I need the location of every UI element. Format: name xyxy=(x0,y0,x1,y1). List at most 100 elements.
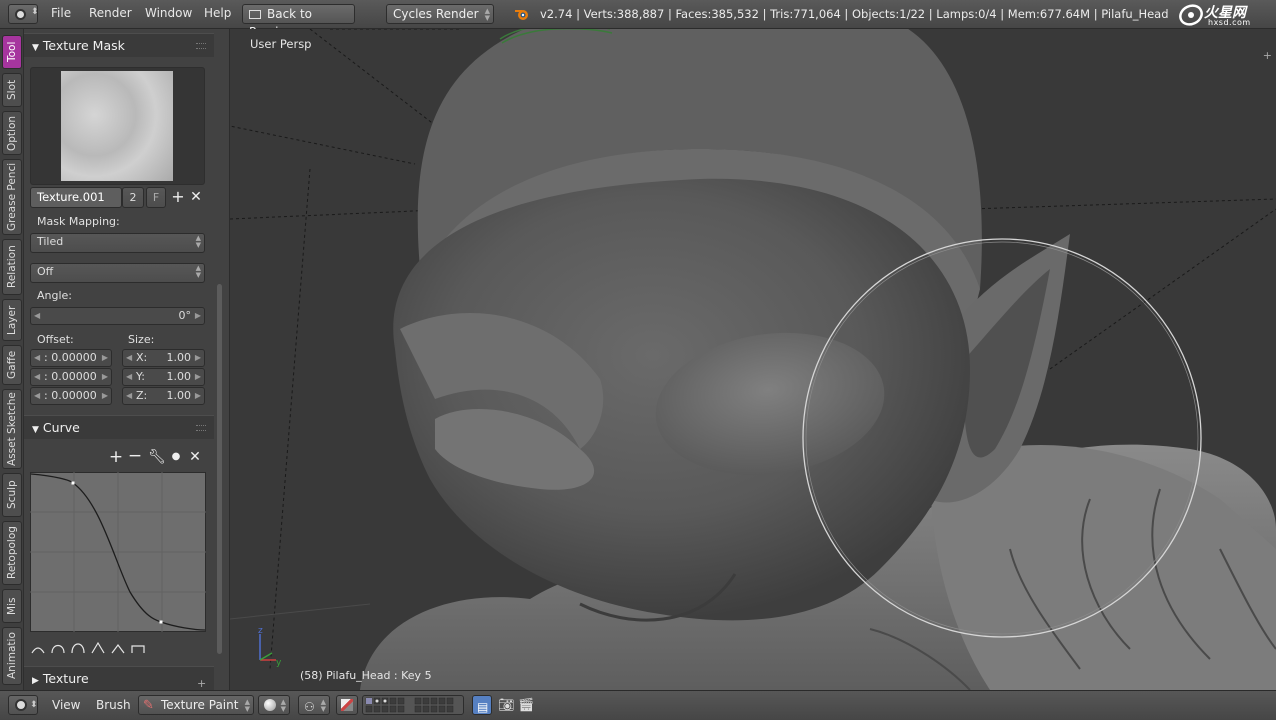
tab-gaffer[interactable]: Gaffe xyxy=(2,345,22,385)
menu-brush[interactable]: Brush xyxy=(96,698,131,712)
menu-view[interactable]: View xyxy=(52,698,80,712)
properties-toggle-icon[interactable]: + xyxy=(1263,49,1272,62)
tool-shelf-tabs: Tool Slot Option Grease Penci Relation L… xyxy=(0,29,24,690)
texture-preview-frame[interactable] xyxy=(30,67,205,185)
mask-mapping-dropdown[interactable]: Tiled ▲ ▼ xyxy=(30,233,205,253)
texture-users-count[interactable]: 2 xyxy=(122,187,144,208)
menu-window[interactable]: Window xyxy=(145,6,192,20)
axis-y-letter: y xyxy=(276,658,282,668)
pivot-point-dropdown[interactable]: ⚇ ▲ ▼ xyxy=(298,695,330,715)
viewport-shading-dropdown[interactable]: ▲ ▼ xyxy=(258,695,290,715)
add-icon[interactable]: + xyxy=(170,189,186,205)
menu-help[interactable]: Help xyxy=(204,6,231,20)
render-engine-dropdown[interactable]: Cycles Render ▲ ▼ xyxy=(386,4,494,24)
3d-viewport[interactable]: z y User Persp (58) Pilafu_Head : Key 5 … xyxy=(230,29,1276,690)
tab-slot[interactable]: Slot xyxy=(2,73,22,107)
curve-point[interactable] xyxy=(159,620,163,624)
left-arrow-icon: ◀ xyxy=(34,311,41,320)
tab-animation[interactable]: Animatio xyxy=(2,627,22,685)
editor-type-selector[interactable]: ⬍ xyxy=(8,4,39,24)
panel-scrollbar[interactable] xyxy=(217,284,222,654)
close-icon[interactable]: ✕ xyxy=(188,189,204,205)
size-x-axis: X: xyxy=(136,351,148,364)
random-dropdown[interactable]: Off ▲ ▼ xyxy=(30,263,205,283)
right-arrow-icon: ▶ xyxy=(194,311,201,320)
texture-panel-header[interactable]: ▶ Texture xyxy=(24,666,214,690)
left-arrow-icon: ◀ xyxy=(34,372,41,381)
linear-preset-icon[interactable] xyxy=(111,644,125,654)
delete-point-icon[interactable]: ✕ xyxy=(187,449,203,465)
layer-grid[interactable] xyxy=(363,696,463,714)
info-header: ⬍ File Render Window Help Back to Previo… xyxy=(0,0,1276,39)
drag-grip-icon[interactable] xyxy=(196,425,206,431)
curve-panel-header[interactable]: ▼ Curve xyxy=(24,415,214,439)
scene-statistics: v2.74 | Verts:388,887 | Faces:385,532 | … xyxy=(540,7,1169,21)
expanded-triangle-icon: ▼ xyxy=(32,43,39,53)
angle-field[interactable]: ◀ 0° ▶ xyxy=(30,307,205,325)
mode-dropdown[interactable]: ✎ Texture Paint ▲ ▼ xyxy=(138,695,254,715)
tab-option[interactable]: Option xyxy=(2,111,22,155)
size-y-field[interactable]: ◀ Y: 1.00 ▶ xyxy=(122,368,205,386)
expanded-triangle-icon: ▼ xyxy=(32,425,39,435)
tab-grease-pencil[interactable]: Grease Penci xyxy=(2,159,22,235)
right-arrow-icon: ▶ xyxy=(194,391,201,400)
sphere-preset-icon[interactable] xyxy=(51,644,65,654)
editor-type-selector[interactable]: ⬍ xyxy=(8,695,38,715)
fake-user-button[interactable]: F xyxy=(146,187,166,208)
texture-mask-panel-header[interactable]: ▼ Texture Mask xyxy=(24,33,214,57)
menu-file[interactable]: File xyxy=(51,6,71,20)
offset-label: Offset: xyxy=(37,333,74,346)
tab-misc[interactable]: Mis xyxy=(2,589,22,623)
offset-x-field[interactable]: ◀: 0.00000 ▶ xyxy=(30,349,112,367)
wrench-icon[interactable]: 🔧︎ xyxy=(148,449,166,465)
root-preset-icon[interactable] xyxy=(71,643,85,654)
offset-y-value: : 0.00000 xyxy=(44,370,97,383)
texture-name-field[interactable]: Texture.001 xyxy=(30,187,122,208)
updown-arrow-icon: ▲ ▼ xyxy=(280,698,286,713)
sharp-preset-icon[interactable] xyxy=(91,641,105,654)
left-arrow-icon: ◀ xyxy=(34,353,41,362)
tab-sculpt[interactable]: Sculp xyxy=(2,473,22,517)
falloff-curve-graph[interactable] xyxy=(30,472,206,632)
viewport-title: User Persp xyxy=(250,37,312,51)
region-resize-icon[interactable]: + xyxy=(197,677,206,690)
offset-z-field[interactable]: ◀: 0.00000 ▶ xyxy=(30,387,112,405)
zoom-out-icon[interactable]: − xyxy=(127,448,143,465)
blender-logo-icon xyxy=(515,10,528,20)
clip-dot-icon[interactable]: ● xyxy=(168,449,184,465)
axis-gizmo xyxy=(259,634,276,661)
menu-render[interactable]: Render xyxy=(89,6,132,20)
left-arrow-icon: ◀ xyxy=(34,391,41,400)
size-z-field[interactable]: ◀ Z: 1.00 ▶ xyxy=(122,387,205,405)
back-to-previous-button[interactable]: Back to Previous xyxy=(242,4,355,39)
camera-render-icon[interactable]: 📷︎ xyxy=(498,698,515,713)
size-z-value: 1.00 xyxy=(166,389,192,402)
drag-grip-icon[interactable] xyxy=(196,43,206,49)
tab-layer[interactable]: Layer xyxy=(2,299,22,341)
size-label: Size: xyxy=(128,333,155,346)
render-border-button[interactable]: ▤ xyxy=(472,695,492,715)
smooth-preset-icon[interactable] xyxy=(31,647,45,654)
texture-title: Texture xyxy=(42,671,89,686)
updown-arrow-icon: ▲ ▼ xyxy=(195,234,201,249)
screen-back-icon xyxy=(249,10,261,19)
tab-asset-sketcher[interactable]: Asset Sketche xyxy=(2,389,22,469)
tab-retopology[interactable]: Retopolog xyxy=(2,521,22,585)
curve-preset-icons[interactable] xyxy=(30,639,150,657)
render-engine-label: Cycles Render xyxy=(393,7,479,21)
layer-buttons[interactable] xyxy=(362,695,464,715)
3d-view-header: ⬍ View Brush ✎ Texture Paint ▲ ▼ ▲ ▼ ⚇ ▲ ▼ … xyxy=(0,690,1276,720)
zoom-in-icon[interactable]: + xyxy=(108,449,124,466)
tab-relation[interactable]: Relation xyxy=(2,239,22,295)
offset-y-field[interactable]: ◀: 0.00000 ▶ xyxy=(30,368,112,386)
tab-tool[interactable]: Tool xyxy=(2,35,22,69)
size-x-field[interactable]: ◀ X: 1.00 ▶ xyxy=(122,349,205,367)
3d-view-icon xyxy=(15,699,27,711)
clapper-render-icon[interactable]: 🎬︎ xyxy=(518,698,535,713)
size-y-axis: Y: xyxy=(136,370,145,383)
curve-point[interactable] xyxy=(71,481,75,485)
face-mask-button[interactable] xyxy=(336,695,358,715)
offset-z-value: : 0.00000 xyxy=(44,389,97,402)
axis-z-letter: z xyxy=(258,626,263,636)
constant-preset-icon[interactable] xyxy=(131,645,145,653)
